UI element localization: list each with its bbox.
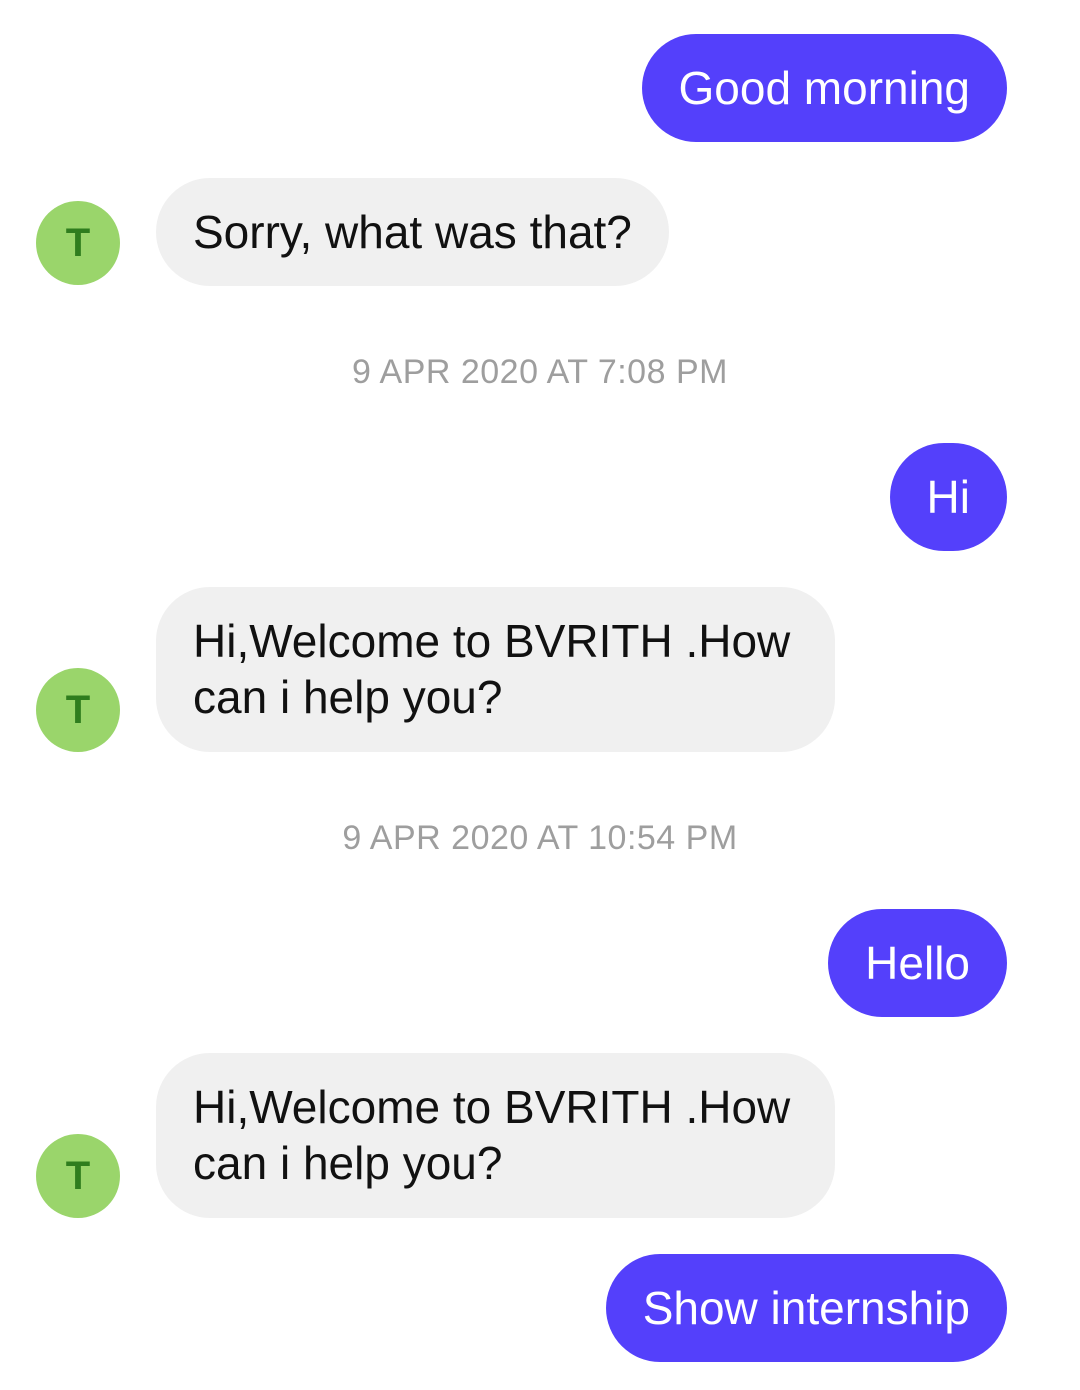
- bot-avatar: T: [36, 1134, 120, 1218]
- message-timestamp: 9 APR 2020 AT 7:08 PM: [352, 353, 728, 391]
- incoming-message-bubble[interactable]: Hi,Welcome to BVRITH .How can i help you…: [156, 587, 835, 752]
- incoming-message-text-line: can i help you?: [193, 1137, 503, 1189]
- outgoing-message-bubble[interactable]: Hi: [889, 443, 1007, 551]
- bot-avatar: T: [36, 668, 120, 752]
- incoming-message-text-line: Hi,Welcome to BVRITH .How: [193, 615, 791, 667]
- incoming-message-text: Sorry, what was that?: [193, 206, 632, 258]
- bot-avatar: T: [36, 201, 120, 285]
- incoming-message-bubble[interactable]: Hi,Welcome to BVRITH .How can i help you…: [156, 1053, 835, 1218]
- incoming-message-text-line: can i help you?: [193, 671, 503, 723]
- incoming-message-text-line: Hi,Welcome to BVRITH .How: [193, 1081, 791, 1133]
- outgoing-message-bubble[interactable]: Hello: [828, 909, 1007, 1017]
- incoming-message-bubble[interactable]: Sorry, what was that?: [156, 178, 669, 286]
- outgoing-message-bubble[interactable]: Show internship: [605, 1254, 1007, 1362]
- message-timestamp: 9 APR 2020 AT 10:54 PM: [342, 819, 738, 857]
- chat-conversation[interactable]: Good morning T Sorry, what was that? 9 A…: [0, 0, 1080, 1390]
- outgoing-message-bubble[interactable]: Good morning: [641, 34, 1007, 142]
